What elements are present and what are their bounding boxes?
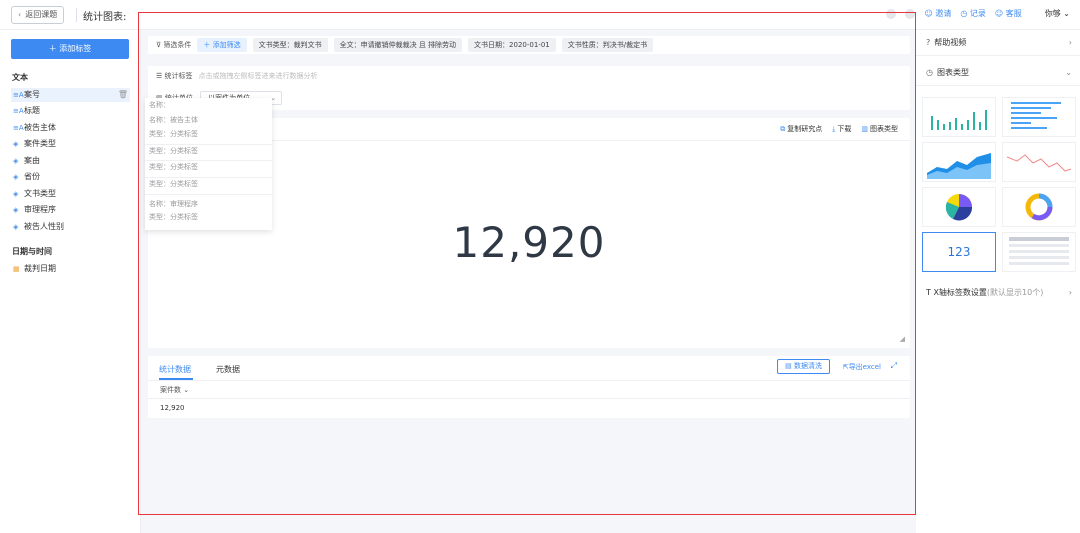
layers-icon: ◈	[13, 173, 19, 181]
help-icon: ?	[926, 38, 931, 47]
right-panel: ? 帮助视频 › ◷ 图表类型 ⌄ 123 T X轴标签数设置(默认显示10个)…	[916, 30, 1080, 533]
sidebar-item-case-number[interactable]: ≡A案号 🗑	[11, 88, 130, 102]
date-section-title: 日期与时间	[12, 247, 52, 256]
chevron-left-icon: ‹	[18, 10, 22, 19]
chevron-down-icon: ⌄	[1065, 68, 1072, 77]
highlight-frame	[138, 12, 916, 515]
trash-icon[interactable]: 🗑	[118, 88, 128, 102]
text-field-icon: ≡A	[13, 91, 24, 99]
layers-icon: ◈	[13, 157, 19, 165]
invite-link[interactable]: ☺ 邀请	[924, 8, 951, 19]
chart-title-label: 统计图表:	[83, 12, 127, 23]
thumb-number-chart[interactable]: 123	[922, 232, 996, 272]
thumb-bar-chart[interactable]	[922, 97, 996, 137]
chart-type-row[interactable]: ◷ 图表类型 ⌄	[916, 60, 1080, 86]
layers-icon: ◈	[13, 223, 19, 231]
line-chart-icon	[1006, 154, 1072, 172]
sidebar-item-judgment-date[interactable]: ▦ 裁判日期	[11, 262, 130, 276]
record-link[interactable]: ◷ 记录	[960, 8, 986, 19]
thumb-table-chart[interactable]	[1002, 232, 1076, 272]
back-label: 返回课题	[25, 10, 58, 19]
thumb-pie-chart[interactable]	[922, 187, 996, 227]
thumb-line-chart[interactable]	[1002, 142, 1076, 182]
pie-chart-icon	[945, 194, 973, 221]
help-video-row[interactable]: ? 帮助视频 ›	[916, 30, 1080, 56]
sidebar-item-case-type[interactable]: ◈ 案件类型	[11, 137, 130, 151]
chevron-right-icon: ›	[1068, 288, 1072, 297]
table-icon	[1009, 237, 1069, 265]
sidebar-item-title[interactable]: ≡A标题	[11, 104, 130, 118]
area-chart-icon	[927, 153, 991, 179]
text-field-icon: ≡A	[13, 107, 24, 115]
sidebar-item-province[interactable]: ◈ 省份	[11, 170, 130, 184]
sidebar-item-trial-procedure[interactable]: ◈ 审理程序	[11, 203, 130, 217]
bar-chart-icon	[931, 110, 987, 130]
chevron-down-icon: ⌄	[1063, 9, 1070, 18]
layers-icon: ◈	[13, 140, 19, 148]
back-button[interactable]: ‹ 返回课题	[11, 6, 65, 24]
sidebar-item-doc-type[interactable]: ◈ 文书类型	[11, 187, 130, 201]
clock-icon: ◷	[926, 68, 933, 77]
sidebar-item-defendant-gender[interactable]: ◈ 被告人性别	[11, 220, 130, 234]
layers-icon: ◈	[13, 206, 19, 214]
layers-icon: ◈	[13, 190, 19, 198]
divider	[76, 8, 77, 22]
horizontal-bar-icon	[1011, 102, 1061, 129]
sidebar-item-defendant-subject[interactable]: ≡A被告主体	[11, 121, 130, 135]
text-section-title: 文本	[12, 73, 28, 82]
text-icon: T	[926, 288, 931, 297]
thumb-donut-chart[interactable]	[1002, 187, 1076, 227]
xaxis-setting-row[interactable]: T X轴标签数设置(默认显示10个) ›	[916, 282, 1080, 304]
calendar-icon: ▦	[13, 265, 20, 273]
thumb-hbar-chart[interactable]	[1002, 97, 1076, 137]
donut-chart-icon	[1025, 193, 1053, 221]
service-link[interactable]: ☺ 客服	[995, 8, 1022, 19]
sidebar: ＋ 添加标签 文本 ≡A案号 🗑 ≡A标题 ≡A被告主体 ◈ 案件类型 ◈ 案由 ◈…	[0, 30, 141, 533]
thumb-area-chart[interactable]	[922, 142, 996, 182]
user-menu[interactable]: 你够 ⌄	[1045, 8, 1070, 19]
sidebar-item-cause[interactable]: ◈ 案由	[11, 154, 130, 168]
text-field-icon: ≡A	[13, 124, 24, 132]
chevron-right-icon: ›	[1068, 38, 1072, 47]
add-tag-button[interactable]: ＋ 添加标签	[11, 39, 129, 59]
